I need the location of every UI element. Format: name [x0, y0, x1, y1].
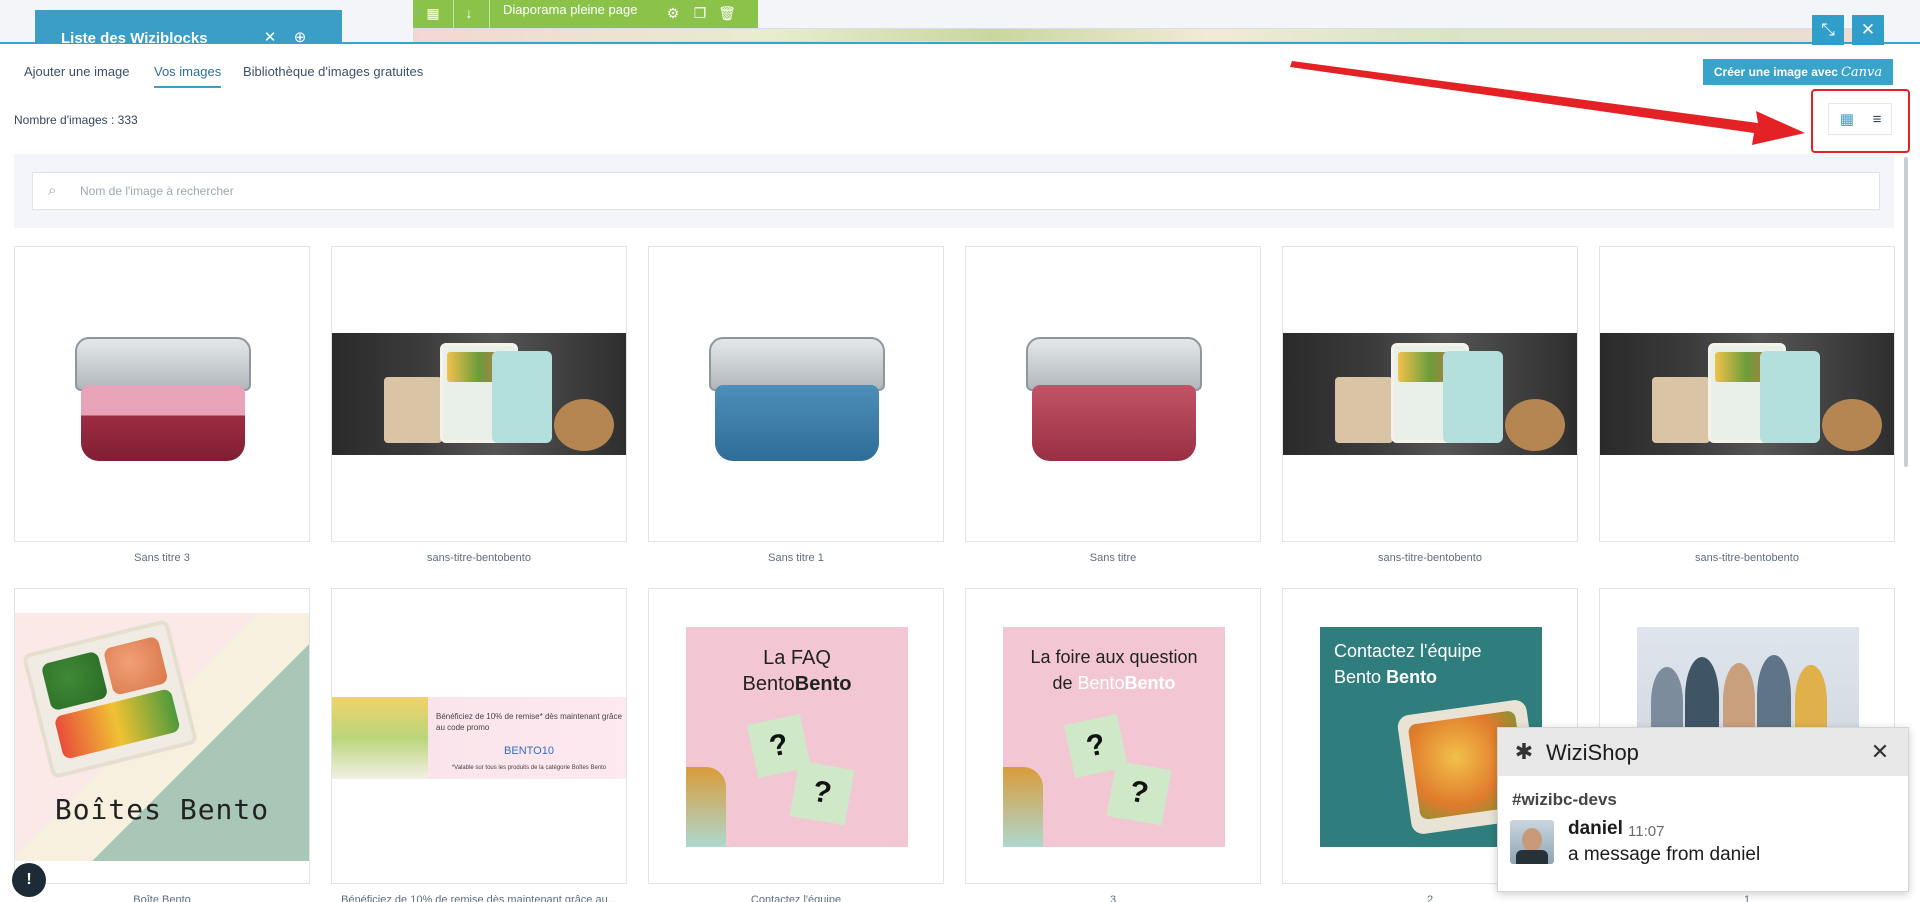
chat-message: a message from daniel [1568, 844, 1761, 865]
create-with-canva-button[interactable]: Créer une image avec Canva [1703, 59, 1893, 85]
thumbnail-line2b: Bento [1386, 667, 1438, 687]
thumbnail [75, 337, 251, 467]
search-box: ⌕ [32, 172, 1880, 210]
image-card[interactable]: La FAQ BentoBento ? ? [648, 588, 944, 884]
avatar [1510, 820, 1554, 864]
image-caption: sans-titre-bentobento [427, 552, 531, 564]
promo-note: *Valable sur tous les produits de la cat… [451, 765, 607, 771]
gear-icon[interactable]: ⚙ [663, 2, 683, 24]
image-card[interactable]: La foire aux question de BentoBento ? ? [965, 588, 1261, 884]
thumbnail-line1: Contactez l'équipe [1334, 641, 1482, 661]
image-count: Nombre d'images : 333 [14, 113, 138, 127]
tab-add-image[interactable]: Ajouter une image [24, 64, 130, 88]
thumbnail-line2c: Bento [1124, 673, 1176, 693]
thumbnail-line1: La FAQ [763, 647, 831, 669]
chat-time: 11:07 [1628, 823, 1665, 840]
canva-button-label: Créer une image avec [1713, 65, 1838, 79]
close-icon[interactable]: ✕ [1868, 740, 1892, 764]
thumbnail-line2a: de [1052, 673, 1073, 693]
image-caption: Contactez l'équipe [750, 894, 842, 902]
annotation-highlight-box [1811, 89, 1910, 153]
canva-brand: Canva [1840, 65, 1883, 80]
search-input[interactable] [80, 173, 1860, 209]
image-card[interactable] [1599, 246, 1895, 542]
image-caption: 3 [1109, 894, 1117, 902]
chat-user: daniel [1568, 818, 1623, 839]
image-card[interactable]: Boîtes Bento [14, 588, 310, 884]
alert-icon[interactable]: ! [12, 863, 46, 897]
thumbnail: Boîtes Bento [15, 613, 309, 861]
scrollbar[interactable] [1904, 157, 1908, 467]
block-label: Diaporama pleine page [503, 2, 638, 17]
grid-icon[interactable]: ▦ [423, 2, 443, 24]
block-toolbar: ▦ ↓ Diaporama pleine page ⚙ ❐ 🗑 [413, 0, 758, 28]
tab-your-images[interactable]: Vos images [154, 64, 222, 88]
image-caption: sans-titre-bentobento [1695, 552, 1799, 564]
image-caption: Sans titre [1089, 552, 1137, 564]
thumbnail-line1: La foire aux question [1030, 647, 1198, 667]
image-caption: Sans titre 1 [768, 552, 824, 564]
chat-widget: ✱ WiziShop ✕ #wizibc-devs daniel 11:07 a… [1497, 727, 1909, 892]
image-caption: 1 [1743, 894, 1751, 902]
image-caption: sans-titre-bentobento [1378, 552, 1482, 564]
image-card[interactable] [331, 246, 627, 542]
thumbnail-line2a: Bento [1334, 667, 1382, 687]
image-card[interactable] [1282, 246, 1578, 542]
trash-icon[interactable]: 🗑 [717, 2, 737, 24]
thumbnail [1026, 337, 1202, 467]
close-button[interactable]: ✕ [1852, 15, 1884, 45]
tab-free-library[interactable]: Bibliothèque d'images gratuites [243, 64, 423, 88]
image-caption: 2 [1426, 894, 1434, 902]
unpin-icon[interactable]: ✕ [260, 28, 280, 48]
copy-icon[interactable]: ❐ [690, 2, 710, 24]
thumbnail-title: Boîtes Bento [54, 793, 270, 826]
image-card[interactable] [965, 246, 1261, 542]
image-card[interactable] [14, 246, 310, 542]
wiziblocks-title: Liste des Wiziblocks [61, 30, 208, 47]
thumbnail: Bénéficiez de 10% de remise* dès mainten… [332, 697, 626, 779]
slack-icon: ✱ [1514, 739, 1534, 764]
image-caption: Sans titre 3 [134, 552, 190, 564]
image-card[interactable]: Bénéficiez de 10% de remise* dès mainten… [331, 588, 627, 884]
thumbnail: La foire aux question de BentoBento ? ? [1003, 627, 1225, 847]
thumbnail [1600, 333, 1894, 455]
thumbnail-line2a: Bento [742, 673, 795, 695]
thumbnail [1283, 333, 1577, 455]
chat-brand: WiziShop [1546, 740, 1639, 765]
thumbnail [332, 333, 626, 455]
image-library-modal: Liste des Wiziblocks ✕ ⊕ ▦ ↓ Diaporama p… [0, 0, 1920, 902]
thumbnail-line2b: Bento [794, 673, 852, 695]
thumbnail [709, 337, 885, 467]
thumbnail-line2b: Bento [1077, 673, 1125, 693]
promo-code: BENTO10 [504, 745, 554, 757]
arrow-down-icon[interactable]: ↓ [459, 2, 479, 24]
image-caption: Bénéficiez de 10% de remise dès maintena… [341, 894, 617, 902]
editor-topbar: Liste des Wiziblocks ✕ ⊕ ▦ ↓ Diaporama p… [0, 0, 1920, 47]
collapse-button[interactable]: ⤡ [1812, 15, 1844, 45]
promo-text: Bénéficiez de 10% de remise* dès mainten… [436, 712, 622, 732]
image-card[interactable] [648, 246, 944, 542]
chat-channel: #wizibc-devs [1512, 790, 1617, 809]
wiziblocks-panel[interactable]: Liste des Wiziblocks ✕ ⊕ [35, 10, 342, 47]
search-panel: ⌕ [14, 154, 1894, 228]
hero-preview [413, 28, 1863, 42]
thumbnail: La FAQ BentoBento ? ? [686, 627, 908, 847]
chat-header: ✱ WiziShop ✕ [1498, 728, 1908, 776]
search-icon: ⌕ [48, 182, 57, 199]
image-caption: Boîte Bento [133, 894, 191, 902]
add-circle-icon[interactable]: ⊕ [290, 28, 310, 48]
